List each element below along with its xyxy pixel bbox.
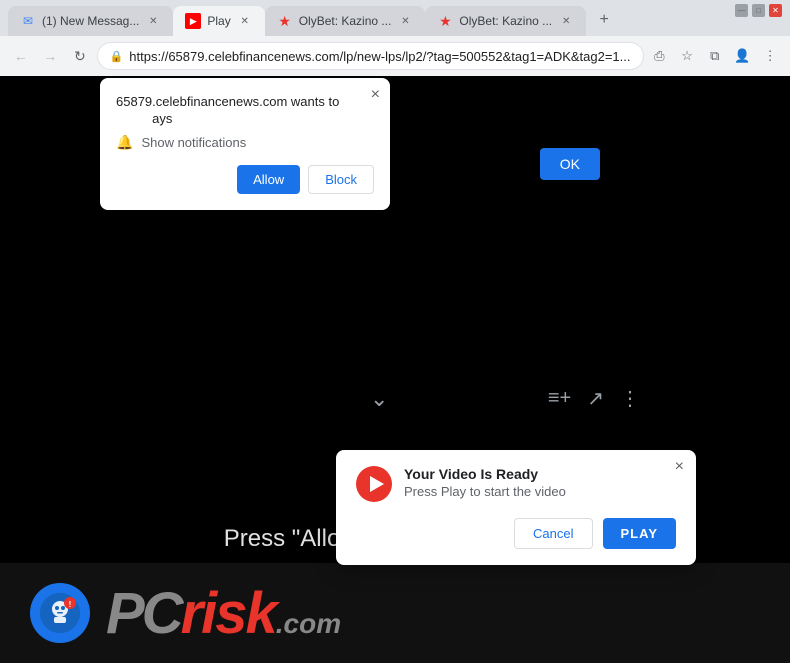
notif-site-text: 65879.celebfinancenews.com wants to ays <box>116 94 374 128</box>
pcrisk-brand-text: PC risk .com <box>106 580 341 647</box>
play-video-button[interactable]: PLAY <box>603 518 676 549</box>
tab-play-label: Play <box>207 14 230 28</box>
tab-bar: ✉ (1) New Messag... ✕ ▶ Play ✕ ★ OlyBet:… <box>0 0 790 36</box>
tab-olybet1-close[interactable]: ✕ <box>397 13 413 29</box>
share-button[interactable]: ⎙ <box>648 43 672 69</box>
address-bar-row: ← → ↻ 🔒 https://65879.celebfinancenews.c… <box>0 36 790 76</box>
com-text: .com <box>276 608 341 640</box>
allow-button[interactable]: Allow <box>237 165 300 194</box>
notification-permission-dialog: × 65879.celebfinancenews.com wants to ay… <box>100 78 390 210</box>
video-popup-text: Your Video Is Ready Press Play to start … <box>404 466 566 499</box>
olybet2-favicon: ★ <box>437 13 453 29</box>
pc-text: PC <box>106 580 181 647</box>
cancel-video-button[interactable]: Cancel <box>514 518 592 549</box>
tab-mail[interactable]: ✉ (1) New Messag... ✕ <box>8 6 173 36</box>
tab-olybet1-label: OlyBet: Kazino ... <box>299 14 392 28</box>
video-ready-subtitle: Press Play to start the video <box>404 484 566 499</box>
media-controls: ≡+ ↗ ⋮ <box>548 386 640 411</box>
maximize-button[interactable]: □ <box>752 4 765 17</box>
new-tab-button[interactable]: + <box>590 6 618 34</box>
reload-button[interactable]: ↻ <box>67 42 93 70</box>
window-controls: — □ ✕ <box>735 4 782 17</box>
video-popup-header: Your Video Is Ready Press Play to start … <box>356 466 676 502</box>
tab-olybet1[interactable]: ★ OlyBet: Kazino ... ✕ <box>265 6 426 36</box>
block-button[interactable]: Block <box>308 165 374 194</box>
pcrisk-logo-area: ! PC risk .com <box>0 563 790 663</box>
account-button[interactable]: 👤 <box>731 43 755 69</box>
pcrisk-logo-circle: ! <box>30 583 90 643</box>
arrow-down-icon: ⌄ <box>370 386 388 412</box>
notif-label: Show notifications <box>141 135 246 150</box>
tab-play-close[interactable]: ✕ <box>237 13 253 29</box>
minimize-button[interactable]: — <box>735 4 748 17</box>
bookmark-button[interactable]: ☆ <box>675 43 699 69</box>
browser-window: ✉ (1) New Messag... ✕ ▶ Play ✕ ★ OlyBet:… <box>0 0 790 663</box>
add-queue-icon[interactable]: ≡+ <box>548 387 571 410</box>
video-ready-title: Your Video Is Ready <box>404 466 566 482</box>
olybet1-favicon: ★ <box>277 13 293 29</box>
notif-bell-row: 🔔 Show notifications <box>116 134 374 151</box>
close-button[interactable]: ✕ <box>769 4 782 17</box>
address-text: https://65879.celebfinancenews.com/lp/ne… <box>129 49 630 64</box>
video-ready-dialog: × Your Video Is Ready Press Play to star… <box>336 450 696 565</box>
pcrisk-robot-icon: ! <box>38 591 82 635</box>
video-popup-buttons: Cancel PLAY <box>356 518 676 549</box>
mail-favicon: ✉ <box>20 13 36 29</box>
back-button[interactable]: ← <box>8 42 34 70</box>
lock-icon: 🔒 <box>110 50 124 63</box>
notif-dialog-close[interactable]: × <box>371 86 380 104</box>
svg-text:!: ! <box>69 600 72 609</box>
address-bar[interactable]: 🔒 https://65879.celebfinancenews.com/lp/… <box>97 42 644 70</box>
ok-button[interactable]: OK <box>540 148 600 180</box>
play-favicon: ▶ <box>185 13 201 29</box>
tab-mail-close[interactable]: ✕ <box>145 13 161 29</box>
page-content: × 65879.celebfinancenews.com wants to ay… <box>0 76 790 663</box>
tab-olybet2-label: OlyBet: Kazino ... <box>459 14 552 28</box>
extensions-button[interactable]: ⧉ <box>703 43 727 69</box>
bell-icon: 🔔 <box>116 134 133 151</box>
tab-mail-label: (1) New Messag... <box>42 14 139 28</box>
menu-button[interactable]: ⋮ <box>758 43 782 69</box>
more-options-icon[interactable]: ⋮ <box>620 386 640 411</box>
tab-olybet2-close[interactable]: ✕ <box>558 13 574 29</box>
video-play-icon <box>356 466 392 502</box>
tab-olybet2[interactable]: ★ OlyBet: Kazino ... ✕ <box>425 6 586 36</box>
video-popup-close[interactable]: × <box>675 458 684 476</box>
share-media-icon[interactable]: ↗ <box>587 386 604 411</box>
risk-text: risk <box>181 580 276 647</box>
notif-buttons: Allow Block <box>116 165 374 194</box>
tab-play[interactable]: ▶ Play ✕ <box>173 6 264 36</box>
forward-button[interactable]: → <box>38 42 64 70</box>
